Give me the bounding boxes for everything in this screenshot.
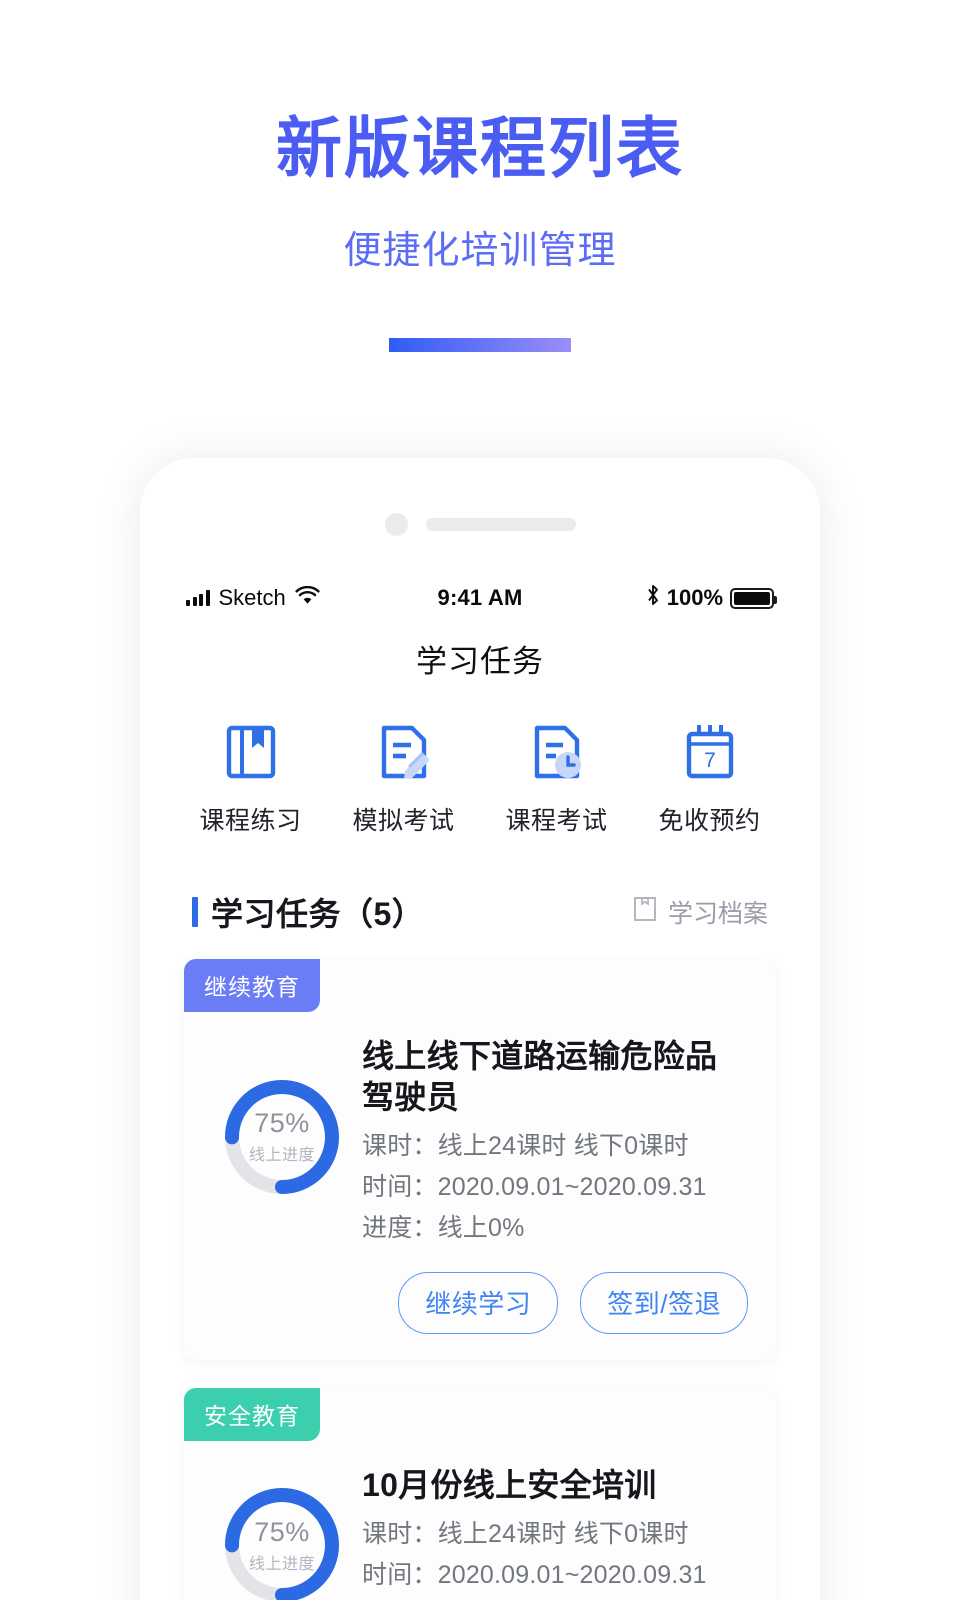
section-header: 学习任务（5） 学习档案 (140, 889, 820, 935)
quick-action-label: 模拟考试 (352, 807, 455, 835)
card-meta-row: 课时：线上24课时 线下0课时 (362, 1126, 748, 1167)
wifi-icon (295, 585, 320, 611)
quick-action-grid: 课程练习 模拟考试 课程考试 7 免收预约 (140, 681, 820, 837)
meta-key: 时间： (362, 1173, 438, 1202)
carrier-label: Sketch (218, 585, 286, 610)
meta-key: 课时： (362, 1131, 438, 1160)
card-title: 10月份线上安全培训 (362, 1466, 657, 1503)
quick-action-label: 课程考试 (505, 807, 608, 835)
promo-header: 新版课程列表 便捷化培训管理 (0, 0, 960, 352)
meta-key: 课时： (362, 1519, 438, 1548)
calendar-7-icon: 7 (685, 724, 735, 784)
card-meta-row: 进度：线上0% (362, 1596, 748, 1600)
meta-key: 时间： (362, 1560, 438, 1589)
meta-key: 进度： (362, 1214, 438, 1243)
archive-box-icon (633, 896, 657, 929)
page-root: 新版课程列表 便捷化培训管理 Sketch 9:41 AM 100% 学习任务 … (0, 0, 960, 1600)
battery-percent-label: 100% (666, 585, 724, 610)
meta-value: 线上0% (437, 1214, 525, 1243)
gradient-divider (389, 337, 571, 352)
card-meta-list: 课时：线上24课时 线下0课时 时间：2020.09.01~2020.09.31… (362, 1514, 748, 1600)
status-time: 9:41 AM (437, 585, 523, 610)
quick-action-free-booking[interactable]: 7 免收预约 (633, 724, 786, 837)
book-icon (226, 725, 276, 784)
progress-percent: 75% (254, 1108, 310, 1139)
bluetooth-icon (646, 584, 660, 612)
progress-caption: 线上进度 (248, 1147, 315, 1165)
speaker-grille-icon (425, 518, 576, 531)
progress-percent: 75% (254, 1516, 310, 1547)
study-archive-label: 学习档案 (667, 900, 768, 928)
page-subtitle: 便捷化培训管理 (343, 229, 617, 272)
quick-action-label: 免收预约 (658, 807, 761, 835)
phone-notch (140, 458, 820, 536)
meta-value: 2020.09.01~2020.09.31 (437, 1173, 707, 1202)
svg-text:7: 7 (704, 749, 716, 772)
quick-action-course-practice[interactable]: 课程练习 (174, 725, 327, 837)
nav-title: 学习任务 (416, 644, 544, 679)
card-meta-row: 进度：线上0% (362, 1208, 748, 1249)
status-bar: Sketch 9:41 AM 100% (140, 578, 820, 618)
meta-value: 2020.09.01~2020.09.31 (437, 1560, 707, 1589)
card-badge: 安全教育 (184, 1387, 320, 1441)
card-meta-row: 时间：2020.09.01~2020.09.31 (362, 1167, 748, 1208)
continue-study-button[interactable]: 继续学习 (398, 1271, 559, 1334)
card-meta-list: 课时：线上24课时 线下0课时 时间：2020.09.01~2020.09.31… (362, 1126, 748, 1250)
meta-value: 线上24课时 线下0课时 (437, 1131, 689, 1160)
section-title: 学习任务（5） (211, 896, 425, 932)
study-archive-link[interactable]: 学习档案 (633, 894, 768, 930)
signin-signout-button[interactable]: 签到/签退 (580, 1271, 748, 1334)
task-card[interactable]: 安全教育 75% 线上进度 10月份线上安全培训 课时：线上24课时 线下0课时… (184, 1387, 776, 1600)
meta-value: 线上24课时 线下0课时 (437, 1519, 689, 1548)
battery-full-icon (730, 587, 778, 609)
card-meta-row: 课时：线上24课时 线下0课时 (362, 1514, 748, 1555)
quick-action-course-exam[interactable]: 课程考试 (480, 725, 633, 837)
phone-mockup: Sketch 9:41 AM 100% 学习任务 课程练习 模拟考试 课程考试 … (140, 458, 820, 1600)
quick-action-mock-exam[interactable]: 模拟考试 (327, 725, 480, 837)
progress-donut: 75% 线上进度 (220, 1075, 344, 1199)
document-clock-icon (532, 725, 582, 784)
signal-bars-icon (186, 590, 210, 606)
progress-donut: 75% 线上进度 (220, 1483, 344, 1600)
document-pencil-icon (379, 725, 430, 784)
task-card-list: 继续教育 75% 线上进度 线上线下道路运输危险品驾驶员 课时：线上24课时 线… (140, 959, 820, 1600)
camera-icon (384, 513, 408, 536)
progress-caption: 线上进度 (248, 1555, 315, 1573)
quick-action-label: 课程练习 (199, 807, 302, 835)
card-badge: 继续教育 (184, 959, 320, 1012)
page-title: 新版课程列表 (276, 111, 684, 185)
task-card[interactable]: 继续教育 75% 线上进度 线上线下道路运输危险品驾驶员 课时：线上24课时 线… (184, 959, 776, 1360)
section-accent-bar (192, 897, 198, 927)
card-meta-row: 时间：2020.09.01~2020.09.31 (362, 1555, 748, 1596)
card-title: 线上线下道路运输危险品驾驶员 (362, 1038, 718, 1115)
